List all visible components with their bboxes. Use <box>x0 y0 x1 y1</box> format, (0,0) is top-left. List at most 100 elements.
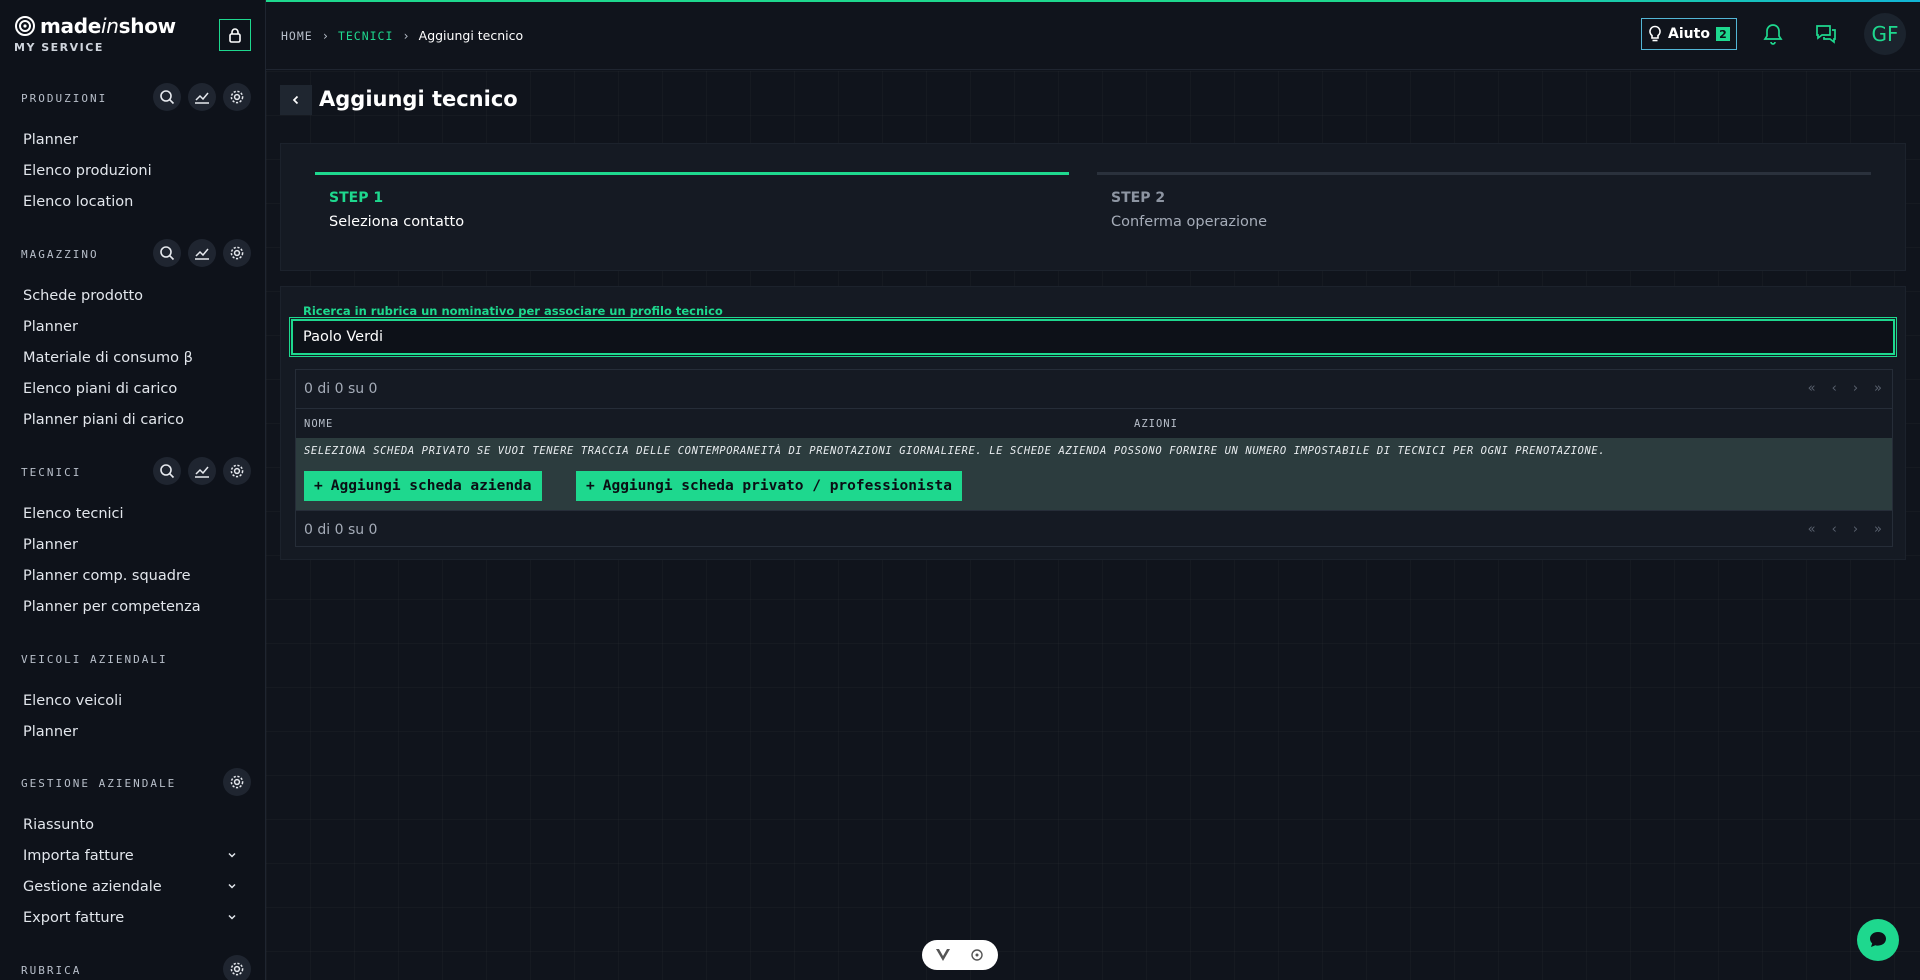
results-table: 0 di 0 su 0 « ‹ › » NOME AZIONI Selezion… <box>295 369 1893 547</box>
devtools-pill[interactable] <box>922 940 998 970</box>
section-title: VEICOLI AZIENDALI <box>21 653 168 666</box>
pager-text: 0 di 0 su 0 <box>304 521 378 538</box>
next-page-icon[interactable]: › <box>1853 522 1858 537</box>
sidebar-item-materiale-consumo[interactable]: Materiale di consumo β <box>0 342 265 373</box>
avatar[interactable]: GF <box>1864 13 1906 55</box>
column-header-nome[interactable]: NOME <box>304 418 333 430</box>
bell-icon[interactable] <box>1763 23 1783 45</box>
help-badge: 2 <box>1715 27 1730 41</box>
table-header: NOME AZIONI <box>296 408 1892 438</box>
help-button[interactable]: Aiuto 2 <box>1641 18 1737 50</box>
gear-icon[interactable] <box>223 457 251 485</box>
chart-trend-icon[interactable] <box>188 457 216 485</box>
chevron-down-icon <box>228 852 236 858</box>
sidebar-item-planner-comp-squadre[interactable]: Planner comp. squadre <box>0 560 265 591</box>
brand-subtitle: MY SERVICE <box>14 41 104 54</box>
sidebar-item-elenco-veicoli[interactable]: Elenco veicoli <box>0 685 265 716</box>
chat-bubbles-icon[interactable] <box>1814 23 1838 45</box>
search-input[interactable] <box>289 317 1897 357</box>
gear-icon[interactable] <box>223 239 251 267</box>
gear-icon[interactable] <box>223 955 251 980</box>
chart-trend-icon[interactable] <box>188 239 216 267</box>
sidebar-item-planner[interactable]: Planner <box>0 529 265 560</box>
search-label: Ricerca in rubrica un nominativo per ass… <box>303 304 723 318</box>
sidebar-item-gestione-aziendale[interactable]: Gestione aziendale <box>0 871 265 902</box>
pager-top: 0 di 0 su 0 « ‹ › » <box>296 370 1892 408</box>
step-2[interactable]: STEP 2 Conferma operazione <box>1097 172 1871 230</box>
sidebar-item-riassunto[interactable]: Riassunto <box>0 809 265 840</box>
brand-logo[interactable]: madeinshow MY SERVICE <box>14 14 176 54</box>
brand-spiral-icon <box>15 16 35 36</box>
empty-state-row: Seleziona scheda privato se vuoi tenere … <box>296 438 1892 510</box>
sidebar: madeinshow MY SERVICE PRODUZIONI Planner… <box>0 0 266 980</box>
lock-icon <box>229 28 241 43</box>
sidebar-item-export-fatture[interactable]: Export fatture <box>0 902 265 933</box>
chevron-left-icon <box>292 95 299 105</box>
sidebar-section-veicoli: VEICOLI AZIENDALI Elenco veicoli Planner <box>0 644 265 747</box>
lock-button[interactable] <box>219 19 251 51</box>
sidebar-item-planner[interactable]: Planner <box>0 716 265 747</box>
sidebar-item-planner-piani-carico[interactable]: Planner piani di carico <box>0 404 265 435</box>
section-title: RUBRICA <box>21 964 82 977</box>
pager-bottom: 0 di 0 su 0 « ‹ › » <box>296 510 1892 548</box>
breadcrumb-tecnici[interactable]: TECNICI <box>338 29 393 43</box>
sidebar-section-tecnici: TECNICI Elenco tecnici Planner Planner c… <box>0 457 265 622</box>
chevron-down-icon <box>228 883 236 889</box>
help-label: Aiuto <box>1668 26 1710 42</box>
chevron-right-icon: › <box>321 28 329 43</box>
breadcrumb-current: Aggiungi tecnico <box>418 28 524 43</box>
sidebar-item-elenco-piani-carico[interactable]: Elenco piani di carico <box>0 373 265 404</box>
chart-trend-icon[interactable] <box>188 83 216 111</box>
section-title: PRODUZIONI <box>21 92 108 105</box>
last-page-icon[interactable]: » <box>1874 381 1882 396</box>
breadcrumb-home[interactable]: HOME <box>281 29 313 43</box>
gear-icon[interactable] <box>223 83 251 111</box>
step-1[interactable]: STEP 1 Seleziona contatto <box>315 172 1069 230</box>
add-private-button[interactable]: + Aggiungi scheda privato / professionis… <box>576 471 962 501</box>
brand-name: madeinshow <box>40 14 176 38</box>
contact-search-panel: Ricerca in rubrica un nominativo per ass… <box>280 286 1906 560</box>
last-page-icon[interactable]: » <box>1874 522 1882 537</box>
section-title: GESTIONE AZIENDALE <box>21 777 177 790</box>
prev-page-icon[interactable]: ‹ <box>1832 381 1837 396</box>
section-title: TECNICI <box>21 466 82 479</box>
sidebar-item-planner[interactable]: Planner <box>0 124 265 155</box>
empty-state-message: Seleziona scheda privato se vuoi tenere … <box>304 445 1606 457</box>
sidebar-section-gestione-aziendale: GESTIONE AZIENDALE Riassunto Importa fat… <box>0 768 265 933</box>
step-progress-bar <box>315 172 1069 175</box>
search-icon[interactable] <box>153 239 181 267</box>
next-page-icon[interactable]: › <box>1853 381 1858 396</box>
sidebar-item-schede-prodotto[interactable]: Schede prodotto <box>0 280 265 311</box>
prev-page-icon[interactable]: ‹ <box>1832 522 1837 537</box>
step-description: Seleziona contatto <box>329 214 465 230</box>
sidebar-item-elenco-tecnici[interactable]: Elenco tecnici <box>0 498 265 529</box>
plus-icon: + <box>586 478 595 494</box>
search-icon[interactable] <box>153 457 181 485</box>
step-progress-bar <box>1097 172 1871 175</box>
first-page-icon[interactable]: « <box>1808 381 1816 396</box>
add-company-label: Aggiungi scheda azienda <box>330 478 532 494</box>
top-accent-line <box>266 0 1920 2</box>
step-description: Conferma operazione <box>1111 214 1268 230</box>
target-icon[interactable] <box>970 948 984 962</box>
back-button[interactable] <box>280 85 312 115</box>
add-private-label: Aggiungi scheda privato / professionista <box>602 478 952 494</box>
add-company-button[interactable]: + Aggiungi scheda azienda <box>304 471 542 501</box>
sidebar-item-planner-competenza[interactable]: Planner per competenza <box>0 591 265 622</box>
sidebar-item-planner[interactable]: Planner <box>0 311 265 342</box>
sidebar-item-elenco-produzioni[interactable]: Elenco produzioni <box>0 155 265 186</box>
lightbulb-icon <box>1649 25 1661 42</box>
plus-icon: + <box>314 478 323 494</box>
search-icon[interactable] <box>153 83 181 111</box>
step-label: STEP 1 <box>329 190 384 206</box>
support-chat-button[interactable] <box>1857 919 1899 961</box>
chevron-down-icon <box>228 914 236 920</box>
sidebar-item-importa-fatture[interactable]: Importa fatture <box>0 840 265 871</box>
sidebar-item-elenco-location[interactable]: Elenco location <box>0 186 265 217</box>
chat-icon <box>1870 932 1886 947</box>
first-page-icon[interactable]: « <box>1808 522 1816 537</box>
vue-logo-icon[interactable] <box>936 949 950 961</box>
gear-icon[interactable] <box>223 768 251 796</box>
section-title: MAGAZZINO <box>21 248 99 261</box>
pager-text: 0 di 0 su 0 <box>304 381 378 397</box>
